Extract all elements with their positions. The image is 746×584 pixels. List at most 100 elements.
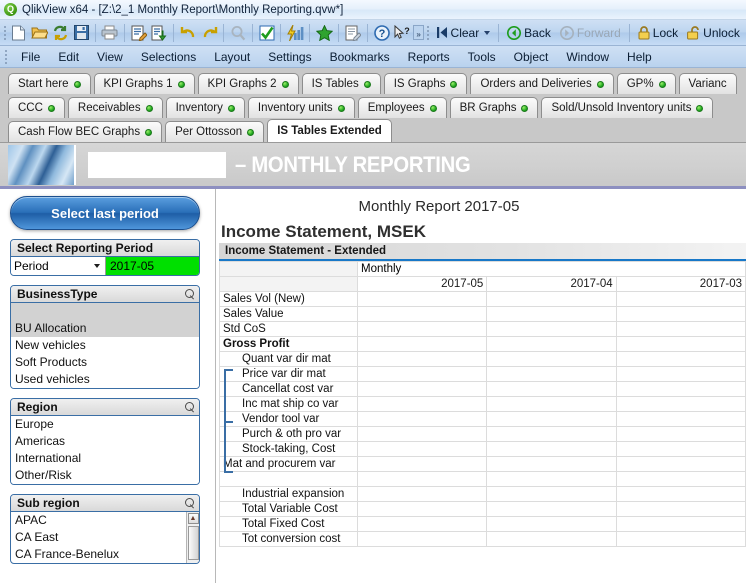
listbox-item-international[interactable]: International bbox=[11, 450, 199, 467]
listbox-item-apac[interactable]: APAC bbox=[11, 512, 186, 529]
period-field-select[interactable]: Period bbox=[11, 257, 106, 275]
menu-edit[interactable]: Edit bbox=[49, 48, 88, 66]
sheet-tab-inventory[interactable]: Inventory bbox=[165, 97, 245, 118]
table-row[interactable]: Std CoS bbox=[219, 321, 746, 337]
table-row[interactable]: Gross Profit bbox=[219, 336, 746, 352]
table-row[interactable]: Mat and procurem var bbox=[219, 456, 746, 472]
sheet-tab-variance[interactable]: Varianc bbox=[678, 73, 737, 94]
listbox-item-bu-allocation[interactable]: BU Allocation bbox=[11, 320, 199, 337]
save-icon[interactable] bbox=[71, 22, 91, 43]
export-icon[interactable] bbox=[150, 22, 170, 43]
search-icon[interactable] bbox=[228, 22, 248, 43]
table-row[interactable]: Sales Value bbox=[219, 306, 746, 322]
row-value bbox=[615, 441, 746, 457]
menu-file[interactable]: File bbox=[12, 48, 49, 66]
listbox-item-ca-france-benelux[interactable]: CA France-Benelux bbox=[11, 546, 186, 563]
table-row[interactable]: Purch & oth pro var bbox=[219, 426, 746, 442]
clear-dropdown-caret-icon[interactable] bbox=[484, 30, 491, 35]
sheet-tab-ccc[interactable]: CCC bbox=[8, 97, 65, 118]
search-icon[interactable] bbox=[184, 497, 195, 509]
open-folder-icon[interactable] bbox=[30, 22, 50, 43]
menu-view[interactable]: View bbox=[88, 48, 132, 66]
sheet-tab-sold-unsold-inventory-units[interactable]: Sold/Unsold Inventory units bbox=[541, 97, 714, 118]
sheet-tab-orders-and-deliveries[interactable]: Orders and Deliveries bbox=[470, 73, 614, 94]
table-row[interactable]: Industrial expansion bbox=[219, 486, 746, 502]
chevron-down-icon[interactable] bbox=[94, 264, 100, 268]
menu-tools[interactable]: Tools bbox=[459, 48, 505, 66]
undo-icon[interactable] bbox=[178, 22, 198, 43]
select-last-period-button[interactable]: Select last period bbox=[10, 196, 200, 230]
listbox-item-ca-east[interactable]: CA East bbox=[11, 529, 186, 546]
search-icon[interactable] bbox=[184, 288, 195, 300]
table-row[interactable]: Total Variable Cost bbox=[219, 501, 746, 517]
menu-help[interactable]: Help bbox=[618, 48, 661, 66]
table-row[interactable]: Tot conversion cost bbox=[219, 531, 746, 547]
search-icon[interactable] bbox=[184, 401, 195, 413]
redo-icon[interactable] bbox=[199, 22, 219, 43]
table-row[interactable]: Total Fixed Cost bbox=[219, 516, 746, 532]
sheet-tab-start-here[interactable]: Start here bbox=[8, 73, 91, 94]
notes-icon[interactable] bbox=[343, 22, 363, 43]
new-document-icon[interactable] bbox=[9, 22, 29, 43]
reload-icon[interactable] bbox=[50, 22, 70, 43]
sheet-tab-is-tables[interactable]: IS Tables bbox=[301, 73, 381, 94]
table-row-spacer[interactable] bbox=[219, 471, 746, 487]
help-icon[interactable]: ? bbox=[372, 22, 392, 43]
table-row[interactable]: Vendor tool var bbox=[219, 411, 746, 427]
sheet-tab-gp-percent[interactable]: GP% bbox=[616, 73, 676, 94]
listbox-item-used-vehicles[interactable]: Used vehicles bbox=[11, 371, 199, 388]
row-value bbox=[356, 486, 488, 502]
listbox-item-soft-products[interactable]: Soft Products bbox=[11, 354, 199, 371]
menubar-grip[interactable] bbox=[3, 48, 9, 66]
quick-chart-icon[interactable] bbox=[285, 22, 305, 43]
listbox-item-europe[interactable]: Europe bbox=[11, 416, 199, 433]
menu-reports[interactable]: Reports bbox=[399, 48, 459, 66]
menu-window[interactable]: Window bbox=[557, 48, 618, 66]
sheet-tab-is-graphs[interactable]: IS Graphs bbox=[383, 73, 468, 94]
sheet-tab-receivables[interactable]: Receivables bbox=[67, 97, 163, 118]
table-row[interactable]: Quant var dir mat bbox=[219, 351, 746, 367]
table-row[interactable]: Price var dir mat bbox=[219, 366, 746, 382]
sheet-tab-kpi-graphs-2[interactable]: KPI Graphs 2 bbox=[197, 73, 299, 94]
header-col-2017-03[interactable]: 2017-03 bbox=[615, 276, 746, 292]
clear-button[interactable]: Clear bbox=[432, 22, 495, 43]
header-group-monthly[interactable]: Monthly bbox=[357, 261, 746, 277]
sheet-tab-is-tables-extended[interactable]: IS Tables Extended bbox=[267, 119, 392, 142]
select-check-icon[interactable] bbox=[257, 22, 277, 43]
menu-settings[interactable]: Settings bbox=[259, 48, 320, 66]
sheet-tab-employees[interactable]: Employees bbox=[357, 97, 447, 118]
header-col-2017-05[interactable]: 2017-05 bbox=[356, 276, 488, 292]
menu-layout[interactable]: Layout bbox=[205, 48, 259, 66]
lock-button[interactable]: Lock bbox=[634, 22, 682, 43]
toolbar-grip-secondary[interactable] bbox=[425, 24, 431, 42]
table-row[interactable]: Inc mat ship co var bbox=[219, 396, 746, 412]
table-row[interactable]: Sales Vol (New) bbox=[219, 291, 746, 307]
sheet-tab-inventory-units[interactable]: Inventory units bbox=[247, 97, 355, 118]
sheet-tab-kpi-graphs-1[interactable]: KPI Graphs 1 bbox=[93, 73, 195, 94]
sheet-tab-br-graphs[interactable]: BR Graphs bbox=[449, 97, 539, 118]
sheet-tab-per-ottosson[interactable]: Per Ottosson bbox=[165, 121, 265, 142]
listbox-item-americas[interactable]: Americas bbox=[11, 433, 199, 450]
context-help-icon[interactable]: ? bbox=[393, 22, 413, 43]
subregion-scrollbar[interactable]: ▲ bbox=[186, 512, 199, 563]
sheet-tab-cash-flow-bec-graphs[interactable]: Cash Flow BEC Graphs bbox=[8, 121, 163, 142]
listbox-item-other-risk[interactable]: Other/Risk bbox=[11, 467, 199, 484]
print-icon[interactable] bbox=[100, 22, 120, 43]
edit-script-icon[interactable] bbox=[129, 22, 149, 43]
toolbar-overflow-button[interactable]: » bbox=[413, 25, 424, 40]
period-selected-value[interactable]: 2017-05 bbox=[106, 257, 199, 275]
back-button[interactable]: Back bbox=[503, 22, 555, 43]
toolbar-grip[interactable] bbox=[2, 24, 8, 42]
listbox-item-blank[interactable] bbox=[11, 303, 199, 320]
table-row[interactable]: Stock-taking, Cost bbox=[219, 441, 746, 457]
menu-selections[interactable]: Selections bbox=[132, 48, 205, 66]
scroll-up-arrow-icon[interactable]: ▲ bbox=[187, 513, 199, 524]
header-col-2017-04[interactable]: 2017-04 bbox=[486, 276, 617, 292]
listbox-item-new-vehicles[interactable]: New vehicles bbox=[11, 337, 199, 354]
table-row[interactable]: Cancellat cost var bbox=[219, 381, 746, 397]
favorite-star-icon[interactable] bbox=[314, 22, 334, 43]
menu-object[interactable]: Object bbox=[505, 48, 558, 66]
scrollbar-thumb[interactable] bbox=[187, 526, 199, 560]
menu-bookmarks[interactable]: Bookmarks bbox=[321, 48, 399, 66]
unlock-button[interactable]: Unlock bbox=[683, 22, 744, 43]
